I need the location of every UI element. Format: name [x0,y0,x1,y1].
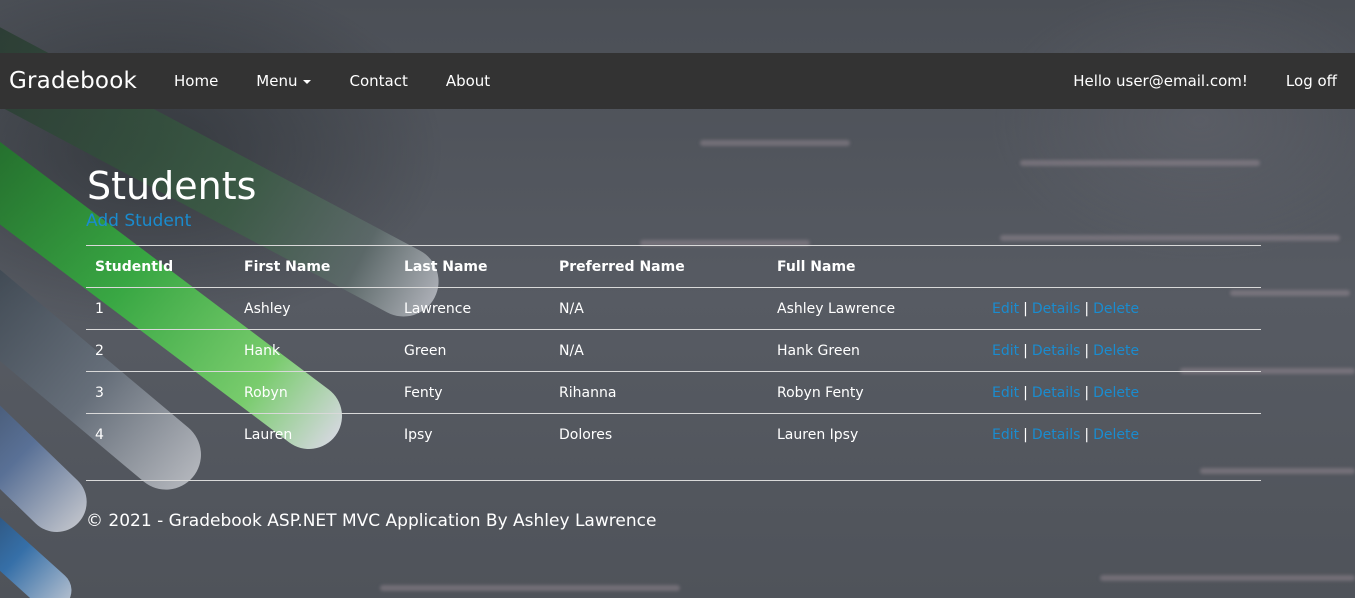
table-row: 4 Lauren Ipsy Dolores Lauren Ipsy Edit | D… [86,414,1261,456]
action-separator: | [1023,384,1028,401]
edit-link[interactable]: Edit [992,343,1019,359]
cell-full-name: Hank Green [768,329,983,372]
cell-last-name: Ipsy [404,426,433,443]
top-navbar: Gradebook Home Menu Contact About Hello … [0,53,1355,109]
students-table: StudentId First Name Last Name Preferred… [86,245,1261,455]
cell-full-name: Robyn Fenty [768,371,983,414]
table-row: 1 Ashley Lawrence N/A Ashley Lawrence Ed… [86,287,1261,330]
details-link[interactable]: Details [1032,343,1081,359]
header-first-name: First Name [235,245,395,288]
add-student-link[interactable]: Add Student [86,211,191,231]
action-separator: | [1084,384,1090,401]
nav-menu-dropdown[interactable]: Menu [237,72,330,90]
edit-link[interactable]: Edit [992,427,1019,443]
cell-first-name: Lauren [244,426,293,443]
footer-copyright: © 2021 - Gradebook ASP.NET MVC Applicati… [86,511,657,531]
cell-full-name: Ashley Lawrence [768,287,983,330]
table-row: 2 Hank Green N/A Hank Green Edit | Details… [86,329,1261,372]
header-student-id: StudentId [86,245,235,288]
header-full-name: Full Name [768,245,983,288]
details-link[interactable]: Details [1032,385,1081,401]
header-last-name: Last Name [395,245,550,288]
delete-link[interactable]: Delete [1093,427,1139,443]
cell-actions: Edit | Details | Delete [983,287,1261,330]
details-link[interactable]: Details [1032,301,1081,317]
cell-preferred-name: Rihanna [550,371,768,414]
table-body: 1 Ashley Lawrence N/A Ashley Lawrence Ed… [86,287,1261,456]
page-title: Students [87,164,257,208]
nav-contact-link[interactable]: Contact [330,72,426,90]
cell-last-name: Fenty [395,371,550,414]
cell-preferred-name: N/A [550,329,768,372]
edit-link[interactable]: Edit [992,301,1019,317]
cell-first-name: Ashley [235,287,395,330]
table-header: StudentId First Name Last Name Preferred… [86,245,1261,288]
cell-student-id: 3 [86,371,235,414]
action-separator: | [1084,426,1090,443]
cell-actions: Edit | Details | Delete [983,371,1261,414]
cell-last-name: Green [395,329,550,372]
brand-logo-link[interactable]: Gradebook [9,68,137,94]
action-separator: | [1084,342,1090,359]
logoff-link[interactable]: Log off [1267,72,1355,90]
footer-divider [86,480,1261,481]
action-separator: | [1023,300,1028,317]
details-link[interactable]: Details [1032,427,1081,443]
delete-link[interactable]: Delete [1093,385,1139,401]
cell-student-id: 2 [86,329,235,372]
cell-actions: Edit | Details | Delete [983,329,1261,372]
header-actions [983,245,1261,288]
action-separator: | [1084,300,1090,317]
main-content: Students Add Student StudentId First Nam… [86,109,1261,531]
header-preferred-name: Preferred Name [550,245,768,288]
user-greeting-link[interactable]: Hello user@email.com! [1054,72,1267,90]
nav-user-area: Hello user@email.com! Log off [1054,72,1355,90]
edit-link[interactable]: Edit [992,385,1019,401]
cell-student-id: 4 [95,426,104,443]
caret-down-icon [303,79,312,84]
nav-menu-label: Menu [256,72,298,90]
cell-first-name: Hank [235,329,395,372]
cell-full-name: Lauren Ipsy [777,426,859,443]
cell-preferred-name: Dolores [559,426,613,443]
table-row: 3 Robyn Fenty Rihanna Robyn Fenty Edit | D… [86,371,1261,414]
cell-student-id: 1 [86,287,235,330]
nav-about-link[interactable]: About [427,72,509,90]
nav-home-link[interactable]: Home [155,72,237,90]
cell-last-name: Lawrence [395,287,550,330]
table-header-row: StudentId First Name Last Name Preferred… [86,245,1261,288]
delete-link[interactable]: Delete [1093,301,1139,317]
action-separator: | [1023,426,1028,443]
delete-link[interactable]: Delete [1093,343,1139,359]
cell-preferred-name: N/A [550,287,768,330]
cell-actions: Edit | Details | Delete [983,414,1261,456]
action-separator: | [1023,342,1028,359]
cell-first-name: Robyn [235,371,395,414]
